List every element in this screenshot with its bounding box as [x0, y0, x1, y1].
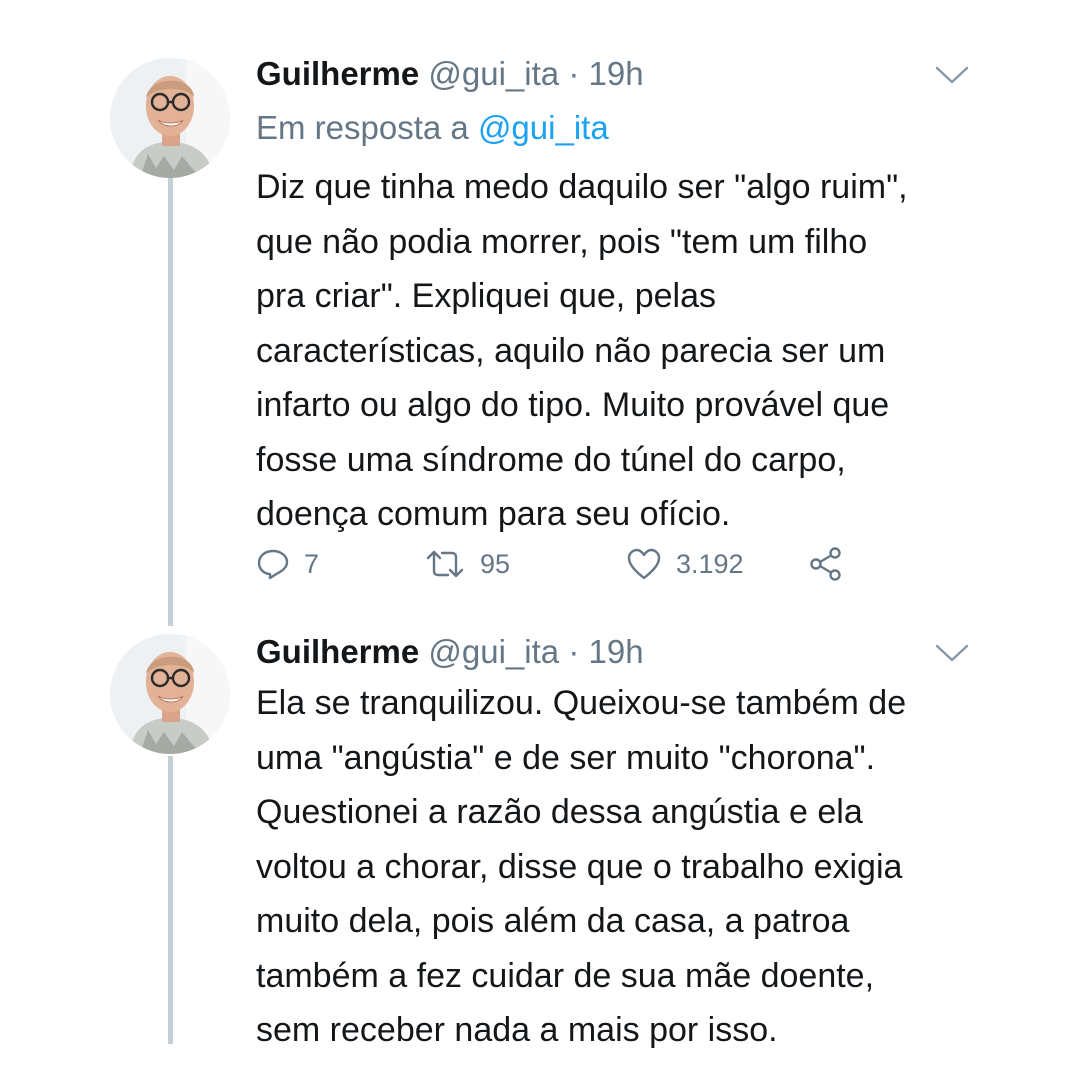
avatar[interactable] [110, 58, 230, 178]
tweet-text-line: Questionei a razão dessa angústia e ela [256, 793, 863, 831]
tweet-text-line: voltou a chorar, disse que o trabalho ex… [256, 847, 903, 886]
chevron-down-icon [935, 644, 969, 662]
tweet-text-line: que não podia morrer, pois "tem um filho [256, 222, 868, 261]
author-handle[interactable]: @gui_ita [428, 55, 559, 92]
tweet-actions: 7 95 3.192 [256, 542, 876, 586]
tweet[interactable]: Guilherme @gui_ita · 19h Em resposta a @… [0, 0, 1080, 620]
tweet-text: Ela se tranquilizou. Queixou-se também d… [256, 676, 996, 1058]
reply-handle-link[interactable]: @gui_ita [478, 109, 609, 146]
share-button[interactable] [808, 542, 844, 586]
tweet-text-line: muito dela, pois além da casa, a patroa [256, 902, 850, 940]
retweet-count: 95 [480, 548, 511, 579]
reply-count: 7 [304, 548, 320, 579]
tweet-menu-button[interactable] [932, 640, 972, 666]
tweet-text-line: doença comum para seu ofício. [256, 495, 731, 533]
author-name[interactable]: Guilherme [256, 633, 419, 670]
avatar-photo [110, 634, 230, 754]
reply-icon [257, 549, 289, 580]
retweet-button[interactable]: 95 [424, 542, 510, 586]
author-handle[interactable]: @gui_ita [428, 633, 559, 670]
tweet-header: Guilherme @gui_ita · 19h [256, 630, 644, 674]
tweet-text-line: Ela se tranquilizou. Queixou-se também d… [256, 684, 907, 722]
timestamp[interactable]: 19h [588, 633, 643, 670]
tweet-text-line: uma "angústia" e de ser muito "chorona". [256, 738, 876, 777]
chevron-down-icon [935, 66, 969, 84]
tweet-menu-button[interactable] [932, 62, 972, 88]
tweet-text-line: pra criar". Expliquei que, pelas [256, 277, 716, 315]
avatar[interactable] [110, 634, 230, 754]
reply-context: Em resposta a @gui_ita [256, 106, 609, 150]
tweet-text-line: infarto ou algo do tipo. Muito provável … [256, 386, 890, 424]
author-name[interactable]: Guilherme [256, 55, 419, 92]
separator-dot: · [568, 55, 580, 92]
like-count: 3.192 [676, 548, 744, 579]
reply-prefix: Em resposta a [256, 109, 469, 146]
heart-icon [627, 548, 661, 580]
tweet-header: Guilherme @gui_ita · 19h [256, 52, 644, 96]
tweet-text-line: Diz que tinha medo daquilo ser "algo rui… [256, 168, 908, 206]
retweet-icon [426, 550, 464, 578]
tweet-text: Diz que tinha medo daquilo ser "algo rui… [256, 160, 996, 542]
tweet-text-line: sem receber nada a mais por isso. [256, 1011, 778, 1049]
reply-button[interactable]: 7 [256, 542, 319, 586]
tweet-text-line: fosse uma síndrome do túnel do carpo, [256, 440, 846, 479]
separator-dot: · [568, 633, 580, 670]
timestamp[interactable]: 19h [588, 55, 643, 92]
avatar-photo [110, 58, 230, 178]
tweet-text-line: também a fez cuidar de sua mãe doente, [256, 956, 875, 995]
like-button[interactable]: 3.192 [626, 542, 744, 586]
share-icon [810, 547, 841, 581]
tweet[interactable]: Guilherme @gui_ita · 19h Ela se tranquil… [0, 620, 1080, 1080]
tweet-text-line: características, aquilo não parecia ser … [256, 331, 886, 370]
